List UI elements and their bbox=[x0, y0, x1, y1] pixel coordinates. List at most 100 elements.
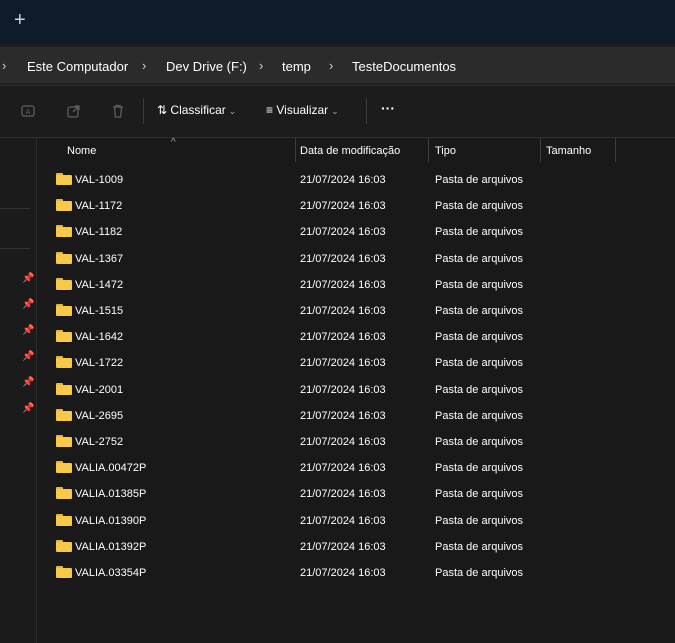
file-name: VAL-2695 bbox=[75, 410, 124, 422]
view-button[interactable]: ≡ Visualizar ⌄ bbox=[266, 103, 339, 117]
file-row[interactable]: VAL-1182 21/07/2024 16:03 Pasta de arquivo… bbox=[37, 218, 675, 244]
new-tab-button[interactable]: + bbox=[14, 8, 26, 32]
file-row[interactable]: VALIA.00472P 21/07/2024 16:03 Pasta de arq… bbox=[37, 454, 675, 480]
column-divider[interactable] bbox=[295, 138, 296, 162]
pin-icon[interactable]: 📌 bbox=[22, 378, 34, 388]
file-type: Pasta de arquivos bbox=[435, 357, 524, 369]
file-name: VAL-1642 bbox=[75, 331, 124, 343]
file-type: Pasta de arquivos bbox=[435, 331, 524, 343]
sort-ascending-icon: ^ bbox=[171, 137, 176, 148]
breadcrumb[interactable]: › Este Computador › Dev Drive (F:) › tem… bbox=[0, 47, 675, 83]
breadcrumb-separator-icon[interactable]: › bbox=[329, 58, 333, 73]
file-row[interactable]: VAL-1367 21/07/2024 16:03 Pasta de arquivo… bbox=[37, 245, 675, 271]
file-type: Pasta de arquivos bbox=[435, 567, 524, 579]
file-name: VALIA.01385P bbox=[75, 488, 147, 500]
file-name: VALIA.00472P bbox=[75, 462, 147, 474]
share-icon[interactable] bbox=[66, 103, 82, 119]
file-row[interactable]: VALIA.03354P 21/07/2024 16:03 Pasta de arq… bbox=[37, 559, 675, 585]
view-label: Visualizar bbox=[276, 103, 329, 117]
command-bar: A ⇅ Classificar ⌄ ≡ Visualizar ⌄ ··· bbox=[0, 86, 675, 138]
file-modified-date: 21/07/2024 16:03 bbox=[300, 436, 386, 448]
file-name: VALIA.01390P bbox=[75, 515, 147, 527]
more-options-button[interactable]: ··· bbox=[381, 100, 395, 116]
file-modified-date: 21/07/2024 16:03 bbox=[300, 567, 386, 579]
nav-divider bbox=[0, 248, 30, 249]
folder-icon bbox=[56, 330, 72, 342]
folder-icon bbox=[56, 304, 72, 316]
breadcrumb-item-temp[interactable]: temp bbox=[282, 59, 311, 74]
breadcrumb-item-dev-drive[interactable]: Dev Drive (F:) bbox=[166, 59, 247, 74]
ai-icon[interactable]: A bbox=[20, 103, 36, 119]
file-row[interactable]: VAL-1472 21/07/2024 16:03 Pasta de arquivo… bbox=[37, 271, 675, 297]
folder-icon bbox=[56, 540, 72, 552]
file-modified-date: 21/07/2024 16:03 bbox=[300, 279, 386, 291]
file-row[interactable]: VALIA.01390P 21/07/2024 16:03 Pasta de arq… bbox=[37, 507, 675, 533]
file-name: VAL-1009 bbox=[75, 174, 124, 186]
file-name: VAL-1472 bbox=[75, 279, 124, 291]
file-modified-date: 21/07/2024 16:03 bbox=[300, 410, 386, 422]
sort-icon: ⇅ bbox=[157, 103, 168, 117]
file-type: Pasta de arquivos bbox=[435, 253, 524, 265]
chevron-right-icon[interactable]: › bbox=[2, 58, 6, 73]
file-row[interactable]: VAL-1009 21/07/2024 16:03 Pasta de arquivo… bbox=[37, 166, 675, 192]
file-row[interactable]: VAL-1172 21/07/2024 16:03 Pasta de arquivo… bbox=[37, 192, 675, 218]
file-modified-date: 21/07/2024 16:03 bbox=[300, 384, 386, 396]
folder-icon bbox=[56, 514, 72, 526]
file-row[interactable]: VALIA.01385P 21/07/2024 16:03 Pasta de arq… bbox=[37, 480, 675, 506]
file-row[interactable]: VAL-2001 21/07/2024 16:03 Pasta de arquivo… bbox=[37, 376, 675, 402]
column-divider[interactable] bbox=[615, 138, 616, 162]
folder-icon bbox=[56, 435, 72, 447]
file-modified-date: 21/07/2024 16:03 bbox=[300, 200, 386, 212]
pin-icon[interactable]: 📌 bbox=[22, 300, 34, 310]
file-modified-date: 21/07/2024 16:03 bbox=[300, 226, 386, 238]
file-row[interactable]: VAL-1722 21/07/2024 16:03 Pasta de arquivo… bbox=[37, 349, 675, 375]
file-name: VAL-1515 bbox=[75, 305, 124, 317]
column-divider[interactable] bbox=[540, 138, 541, 162]
delete-icon[interactable] bbox=[110, 103, 126, 119]
nav-divider bbox=[0, 208, 30, 209]
file-modified-date: 21/07/2024 16:03 bbox=[300, 357, 386, 369]
tab-bar: + bbox=[0, 0, 675, 44]
folder-icon bbox=[56, 225, 72, 237]
breadcrumb-item-computer[interactable]: Este Computador bbox=[27, 59, 128, 74]
pin-icon[interactable]: 📌 bbox=[22, 274, 34, 284]
file-name: VAL-1182 bbox=[75, 226, 123, 238]
file-modified-date: 21/07/2024 16:03 bbox=[300, 462, 386, 474]
column-divider[interactable] bbox=[428, 138, 429, 162]
column-header-name[interactable]: Nome bbox=[67, 145, 96, 157]
sort-button[interactable]: ⇅ Classificar ⌄ bbox=[157, 103, 236, 117]
breadcrumb-separator-icon[interactable]: › bbox=[142, 58, 146, 73]
file-modified-date: 21/07/2024 16:03 bbox=[300, 174, 386, 186]
folder-icon bbox=[56, 409, 72, 421]
toolbar-divider bbox=[366, 98, 367, 124]
file-type: Pasta de arquivos bbox=[435, 462, 524, 474]
pin-icon[interactable]: 📌 bbox=[22, 352, 34, 362]
address-bar: › Este Computador › Dev Drive (F:) › tem… bbox=[0, 44, 675, 86]
column-header-modified[interactable]: Data de modificação bbox=[300, 145, 400, 157]
toolbar-divider bbox=[143, 98, 144, 124]
column-header-type[interactable]: Tipo bbox=[435, 145, 456, 157]
file-row[interactable]: VAL-2695 21/07/2024 16:03 Pasta de arquivo… bbox=[37, 402, 675, 428]
breadcrumb-separator-icon[interactable]: › bbox=[259, 58, 263, 73]
file-type: Pasta de arquivos bbox=[435, 488, 524, 500]
folder-icon bbox=[56, 356, 72, 368]
file-row[interactable]: VAL-1642 21/07/2024 16:03 Pasta de arquivo… bbox=[37, 323, 675, 349]
pin-icon[interactable]: 📌 bbox=[22, 404, 34, 414]
folder-icon bbox=[56, 383, 72, 395]
file-name: VALIA.03354P bbox=[75, 567, 147, 579]
file-type: Pasta de arquivos bbox=[435, 541, 524, 553]
column-header-size[interactable]: Tamanho bbox=[546, 145, 591, 157]
chevron-down-icon: ⌄ bbox=[331, 106, 339, 116]
navigation-pane: 📌 📌 📌 📌 📌 📌 bbox=[0, 138, 37, 643]
pin-icon[interactable]: 📌 bbox=[22, 326, 34, 336]
file-row[interactable]: VAL-2752 21/07/2024 16:03 Pasta de arquivo… bbox=[37, 428, 675, 454]
file-type: Pasta de arquivos bbox=[435, 279, 524, 291]
folder-icon bbox=[56, 173, 72, 185]
file-row[interactable]: VALIA.01392P 21/07/2024 16:03 Pasta de arq… bbox=[37, 533, 675, 559]
file-row[interactable]: VAL-1515 21/07/2024 16:03 Pasta de arquivo… bbox=[37, 297, 675, 323]
file-type: Pasta de arquivos bbox=[435, 174, 524, 186]
view-icon: ≡ bbox=[266, 103, 274, 117]
breadcrumb-item-testedocumentos[interactable]: TesteDocumentos bbox=[352, 59, 456, 74]
file-type: Pasta de arquivos bbox=[435, 436, 524, 448]
folder-icon bbox=[56, 566, 72, 578]
